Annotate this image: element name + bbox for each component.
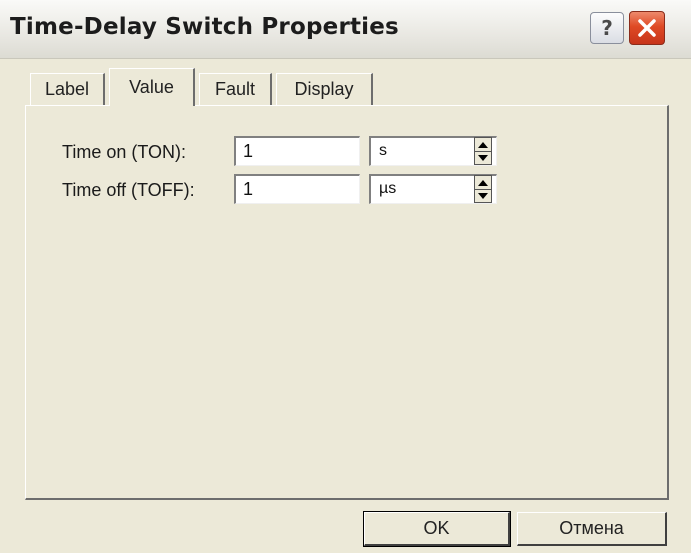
- ton-value-field[interactable]: 1: [234, 136, 360, 166]
- help-button[interactable]: ?: [590, 12, 624, 44]
- ton-label: Time on (TON):: [62, 142, 187, 162]
- tab-fault-text: Fault: [214, 79, 256, 99]
- tab-value[interactable]: Value: [109, 68, 195, 106]
- tab-label-text: Label: [44, 79, 90, 99]
- tab-value-text: Value: [129, 77, 174, 97]
- tab-display-text: Display: [294, 79, 354, 99]
- ton-unit-text: s: [379, 142, 387, 159]
- toff-value-field[interactable]: 1: [234, 174, 360, 204]
- toff-unit-spinner[interactable]: [474, 175, 492, 203]
- spinner-up-button[interactable]: [475, 138, 491, 152]
- toff-label: Time off (TOFF):: [62, 180, 195, 200]
- arrow-up-icon: [478, 179, 488, 186]
- tab-display[interactable]: Display: [276, 73, 373, 105]
- spinner-down-button[interactable]: [475, 151, 491, 164]
- window-title: Time-Delay Switch Properties: [10, 14, 399, 40]
- arrow-up-icon: [478, 141, 488, 148]
- tab-label[interactable]: Label: [30, 73, 105, 105]
- arrow-down-icon: [478, 154, 488, 161]
- close-button[interactable]: [629, 11, 665, 45]
- ok-button-label: OK: [423, 518, 450, 538]
- title-bar: Time-Delay Switch Properties ?: [0, 0, 691, 59]
- ok-button[interactable]: OK: [363, 511, 511, 547]
- ton-unit-spinner[interactable]: [474, 137, 492, 165]
- close-icon: [638, 19, 656, 37]
- spinner-up-button[interactable]: [475, 176, 491, 190]
- cancel-button-label: Отмена: [559, 518, 624, 538]
- toff-unit-text: µs: [379, 180, 397, 197]
- spinner-down-button[interactable]: [475, 189, 491, 202]
- cancel-button[interactable]: Отмена: [517, 512, 667, 546]
- tab-strip: Label Value Fault Display: [30, 68, 690, 108]
- tab-fault[interactable]: Fault: [199, 73, 272, 105]
- arrow-down-icon: [478, 192, 488, 199]
- help-icon: ?: [601, 16, 613, 40]
